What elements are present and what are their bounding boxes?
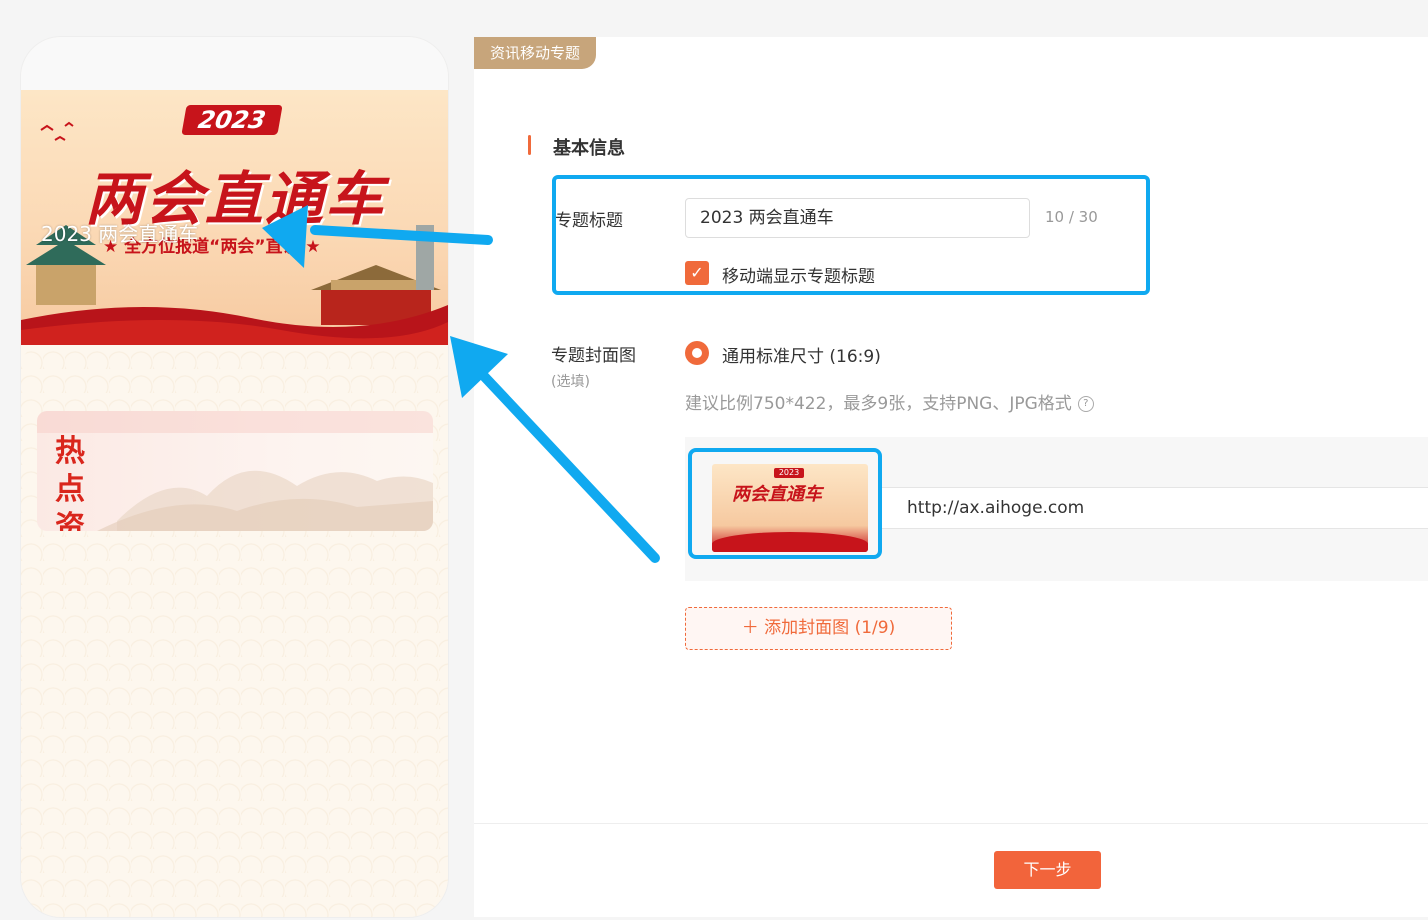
preview-topic-title: 2023 两会直通车 xyxy=(41,222,199,246)
cover-image-label: 专题封面图 xyxy=(551,346,636,366)
section-title-basic-info: 基本信息 xyxy=(553,138,625,159)
hot-news-label: 热点资讯 xyxy=(55,434,87,531)
phone-status-area xyxy=(21,37,448,90)
footer-divider xyxy=(474,823,1428,824)
cover-optional-note: (选填) xyxy=(551,374,590,390)
cover-hint: 建议比例750*422，最多9张，支持PNG、JPG格式? xyxy=(685,389,1094,414)
cover-highlight-box xyxy=(688,448,882,559)
hot-news-card[interactable]: 热点资讯 xyxy=(37,411,433,531)
mobile-preview: 2023 两会直通车 ★ 全方位报道“两会”直说 ★ 2023 两会直通车 热点… xyxy=(21,37,448,917)
topic-banner: 2023 两会直通车 ★ 全方位报道“两会”直说 ★ 2023 两会直通车 xyxy=(21,90,448,345)
cover-link-input[interactable]: http://ax.aihoge.com xyxy=(882,487,1428,529)
title-highlight-box xyxy=(552,175,1150,295)
add-cover-button[interactable]: ＋ 添加封面图 (1/9) xyxy=(685,607,952,650)
topic-editor-panel: 资讯移动专题 基本信息 专题标题 2023 两会直通车 10 / 30 ✓ 移动… xyxy=(474,37,1428,917)
standard-size-radio[interactable] xyxy=(685,341,709,365)
standard-size-label[interactable]: 通用标准尺寸 (16:9) xyxy=(722,342,881,367)
banner-year-badge: 2023 xyxy=(181,105,283,135)
tab-mobile-topic[interactable]: 资讯移动专题 xyxy=(474,37,596,69)
section-accent-bar xyxy=(528,135,531,155)
cover-hint-text: 建议比例750*422，最多9张，支持PNG、JPG格式 xyxy=(685,394,1072,414)
next-step-button[interactable]: 下一步 xyxy=(994,851,1101,889)
preview-content-card: 热点资讯 xyxy=(21,345,448,917)
help-icon[interactable]: ? xyxy=(1077,396,1094,412)
